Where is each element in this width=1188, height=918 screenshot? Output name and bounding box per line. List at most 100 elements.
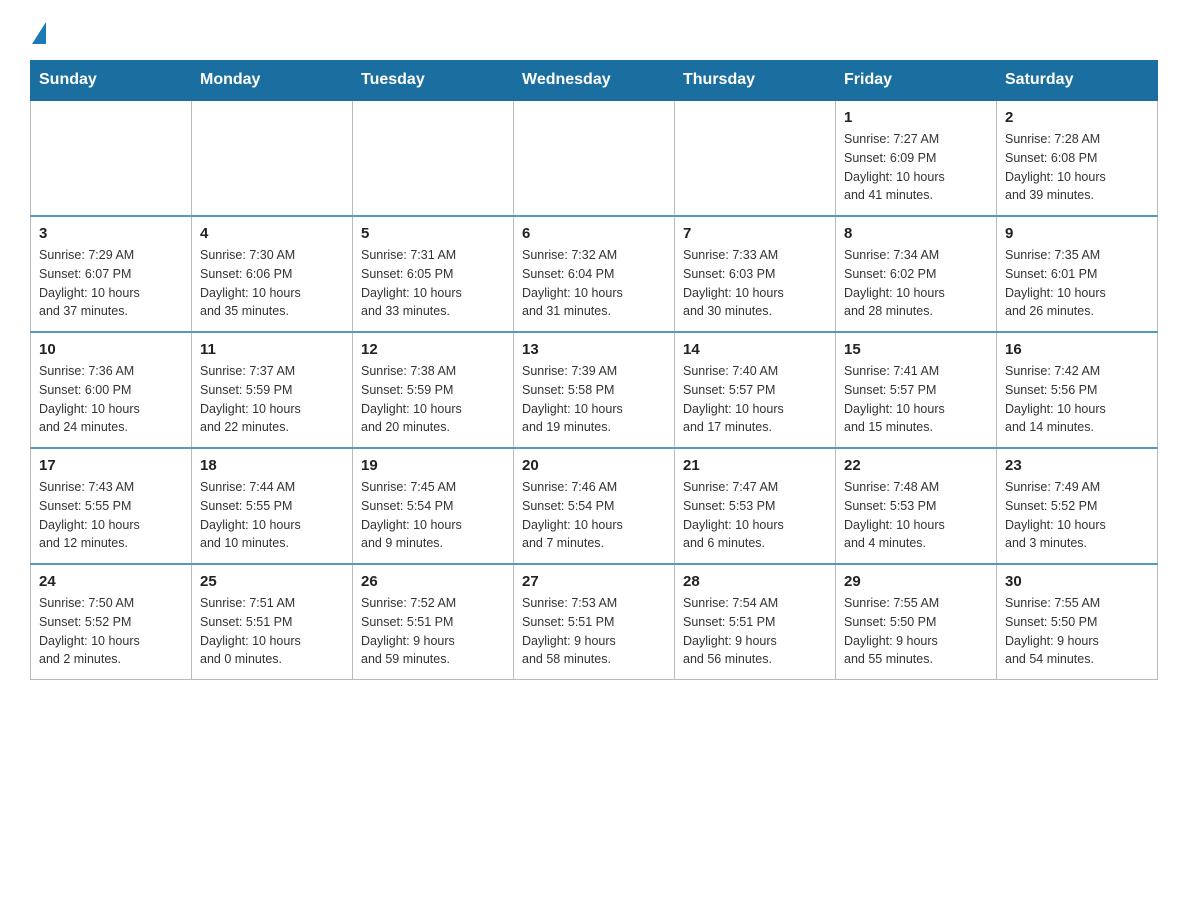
day-number: 19 (361, 457, 505, 474)
day-number: 18 (200, 457, 344, 474)
calendar-week-row: 24 Sunrise: 7:50 AM Sunset: 5:52 PM Dayli… (31, 564, 1158, 680)
day-number: 23 (1005, 457, 1149, 474)
calendar-week-row: 1 Sunrise: 7:27 AM Sunset: 6:09 PM Daylig… (31, 100, 1158, 216)
calendar-week-row: 3 Sunrise: 7:29 AM Sunset: 6:07 PM Daylig… (31, 216, 1158, 332)
calendar-cell: 17 Sunrise: 7:43 AM Sunset: 5:55 PM Dayli… (31, 448, 192, 564)
day-number: 8 (844, 225, 988, 242)
day-info: Sunrise: 7:38 AM Sunset: 5:59 PM Dayligh… (361, 362, 505, 437)
day-number: 22 (844, 457, 988, 474)
logo-area (30, 20, 48, 42)
day-number: 11 (200, 341, 344, 358)
day-number: 21 (683, 457, 827, 474)
day-number: 5 (361, 225, 505, 242)
day-info: Sunrise: 7:50 AM Sunset: 5:52 PM Dayligh… (39, 594, 183, 669)
day-number: 30 (1005, 573, 1149, 590)
day-number: 13 (522, 341, 666, 358)
day-info: Sunrise: 7:35 AM Sunset: 6:01 PM Dayligh… (1005, 246, 1149, 321)
calendar-cell: 26 Sunrise: 7:52 AM Sunset: 5:51 PM Dayli… (353, 564, 514, 680)
calendar-cell: 10 Sunrise: 7:36 AM Sunset: 6:00 PM Dayli… (31, 332, 192, 448)
calendar-cell: 16 Sunrise: 7:42 AM Sunset: 5:56 PM Dayli… (997, 332, 1158, 448)
day-info: Sunrise: 7:32 AM Sunset: 6:04 PM Dayligh… (522, 246, 666, 321)
day-info: Sunrise: 7:40 AM Sunset: 5:57 PM Dayligh… (683, 362, 827, 437)
calendar-cell: 20 Sunrise: 7:46 AM Sunset: 5:54 PM Dayli… (514, 448, 675, 564)
day-info: Sunrise: 7:54 AM Sunset: 5:51 PM Dayligh… (683, 594, 827, 669)
day-number: 1 (844, 109, 988, 126)
day-info: Sunrise: 7:36 AM Sunset: 6:00 PM Dayligh… (39, 362, 183, 437)
calendar-cell: 8 Sunrise: 7:34 AM Sunset: 6:02 PM Daylig… (836, 216, 997, 332)
calendar-cell: 15 Sunrise: 7:41 AM Sunset: 5:57 PM Dayli… (836, 332, 997, 448)
weekday-header-row: SundayMondayTuesdayWednesdayThursdayFrid… (31, 61, 1158, 101)
weekday-header-sunday: Sunday (31, 61, 192, 101)
day-number: 16 (1005, 341, 1149, 358)
day-info: Sunrise: 7:30 AM Sunset: 6:06 PM Dayligh… (200, 246, 344, 321)
day-number: 9 (1005, 225, 1149, 242)
calendar-cell: 21 Sunrise: 7:47 AM Sunset: 5:53 PM Dayli… (675, 448, 836, 564)
day-number: 27 (522, 573, 666, 590)
calendar-cell: 1 Sunrise: 7:27 AM Sunset: 6:09 PM Daylig… (836, 100, 997, 216)
day-info: Sunrise: 7:31 AM Sunset: 6:05 PM Dayligh… (361, 246, 505, 321)
day-info: Sunrise: 7:48 AM Sunset: 5:53 PM Dayligh… (844, 478, 988, 553)
calendar-cell: 25 Sunrise: 7:51 AM Sunset: 5:51 PM Dayli… (192, 564, 353, 680)
day-number: 2 (1005, 109, 1149, 126)
day-info: Sunrise: 7:42 AM Sunset: 5:56 PM Dayligh… (1005, 362, 1149, 437)
day-info: Sunrise: 7:34 AM Sunset: 6:02 PM Dayligh… (844, 246, 988, 321)
day-info: Sunrise: 7:45 AM Sunset: 5:54 PM Dayligh… (361, 478, 505, 553)
calendar-cell: 27 Sunrise: 7:53 AM Sunset: 5:51 PM Dayli… (514, 564, 675, 680)
day-number: 3 (39, 225, 183, 242)
calendar-week-row: 17 Sunrise: 7:43 AM Sunset: 5:55 PM Dayli… (31, 448, 1158, 564)
calendar-cell (31, 100, 192, 216)
day-number: 15 (844, 341, 988, 358)
day-number: 14 (683, 341, 827, 358)
calendar-cell: 11 Sunrise: 7:37 AM Sunset: 5:59 PM Dayli… (192, 332, 353, 448)
weekday-header-thursday: Thursday (675, 61, 836, 101)
calendar-cell: 24 Sunrise: 7:50 AM Sunset: 5:52 PM Dayli… (31, 564, 192, 680)
calendar-cell: 9 Sunrise: 7:35 AM Sunset: 6:01 PM Daylig… (997, 216, 1158, 332)
day-number: 25 (200, 573, 344, 590)
day-info: Sunrise: 7:27 AM Sunset: 6:09 PM Dayligh… (844, 130, 988, 205)
calendar-cell: 13 Sunrise: 7:39 AM Sunset: 5:58 PM Dayli… (514, 332, 675, 448)
day-info: Sunrise: 7:43 AM Sunset: 5:55 PM Dayligh… (39, 478, 183, 553)
calendar-cell: 29 Sunrise: 7:55 AM Sunset: 5:50 PM Dayli… (836, 564, 997, 680)
calendar-cell: 3 Sunrise: 7:29 AM Sunset: 6:07 PM Daylig… (31, 216, 192, 332)
day-info: Sunrise: 7:28 AM Sunset: 6:08 PM Dayligh… (1005, 130, 1149, 205)
day-info: Sunrise: 7:37 AM Sunset: 5:59 PM Dayligh… (200, 362, 344, 437)
day-info: Sunrise: 7:47 AM Sunset: 5:53 PM Dayligh… (683, 478, 827, 553)
day-number: 6 (522, 225, 666, 242)
page-header (30, 20, 1158, 42)
day-info: Sunrise: 7:41 AM Sunset: 5:57 PM Dayligh… (844, 362, 988, 437)
calendar-cell: 22 Sunrise: 7:48 AM Sunset: 5:53 PM Dayli… (836, 448, 997, 564)
day-info: Sunrise: 7:51 AM Sunset: 5:51 PM Dayligh… (200, 594, 344, 669)
calendar-cell (675, 100, 836, 216)
day-number: 20 (522, 457, 666, 474)
day-number: 10 (39, 341, 183, 358)
day-number: 24 (39, 573, 183, 590)
calendar-cell: 6 Sunrise: 7:32 AM Sunset: 6:04 PM Daylig… (514, 216, 675, 332)
calendar-cell: 2 Sunrise: 7:28 AM Sunset: 6:08 PM Daylig… (997, 100, 1158, 216)
weekday-header-friday: Friday (836, 61, 997, 101)
day-info: Sunrise: 7:29 AM Sunset: 6:07 PM Dayligh… (39, 246, 183, 321)
day-number: 26 (361, 573, 505, 590)
calendar-cell: 14 Sunrise: 7:40 AM Sunset: 5:57 PM Dayli… (675, 332, 836, 448)
day-info: Sunrise: 7:39 AM Sunset: 5:58 PM Dayligh… (522, 362, 666, 437)
day-info: Sunrise: 7:52 AM Sunset: 5:51 PM Dayligh… (361, 594, 505, 669)
calendar-cell: 12Sunrise: 7:38 AM Sunset: 5:59 PM Dayli… (353, 332, 514, 448)
calendar-table: SundayMondayTuesdayWednesdayThursdayFrid… (30, 60, 1158, 680)
day-info: Sunrise: 7:46 AM Sunset: 5:54 PM Dayligh… (522, 478, 666, 553)
calendar-cell (353, 100, 514, 216)
day-info: Sunrise: 7:55 AM Sunset: 5:50 PM Dayligh… (844, 594, 988, 669)
calendar-cell: 18Sunrise: 7:44 AM Sunset: 5:55 PM Dayli… (192, 448, 353, 564)
calendar-cell: 30Sunrise: 7:55 AM Sunset: 5:50 PM Dayli… (997, 564, 1158, 680)
day-number: 28 (683, 573, 827, 590)
calendar-cell: 28 Sunrise: 7:54 AM Sunset: 5:51 PM Dayli… (675, 564, 836, 680)
calendar-cell (192, 100, 353, 216)
day-info: Sunrise: 7:33 AM Sunset: 6:03 PM Dayligh… (683, 246, 827, 321)
weekday-header-monday: Monday (192, 61, 353, 101)
calendar-cell (514, 100, 675, 216)
day-info: Sunrise: 7:53 AM Sunset: 5:51 PM Dayligh… (522, 594, 666, 669)
day-number: 29 (844, 573, 988, 590)
day-info: Sunrise: 7:49 AM Sunset: 5:52 PM Dayligh… (1005, 478, 1149, 553)
calendar-week-row: 10 Sunrise: 7:36 AM Sunset: 6:00 PM Dayli… (31, 332, 1158, 448)
day-number: 17 (39, 457, 183, 474)
calendar-cell: 7Sunrise: 7:33 AM Sunset: 6:03 PM Daylig… (675, 216, 836, 332)
day-number: 4 (200, 225, 344, 242)
